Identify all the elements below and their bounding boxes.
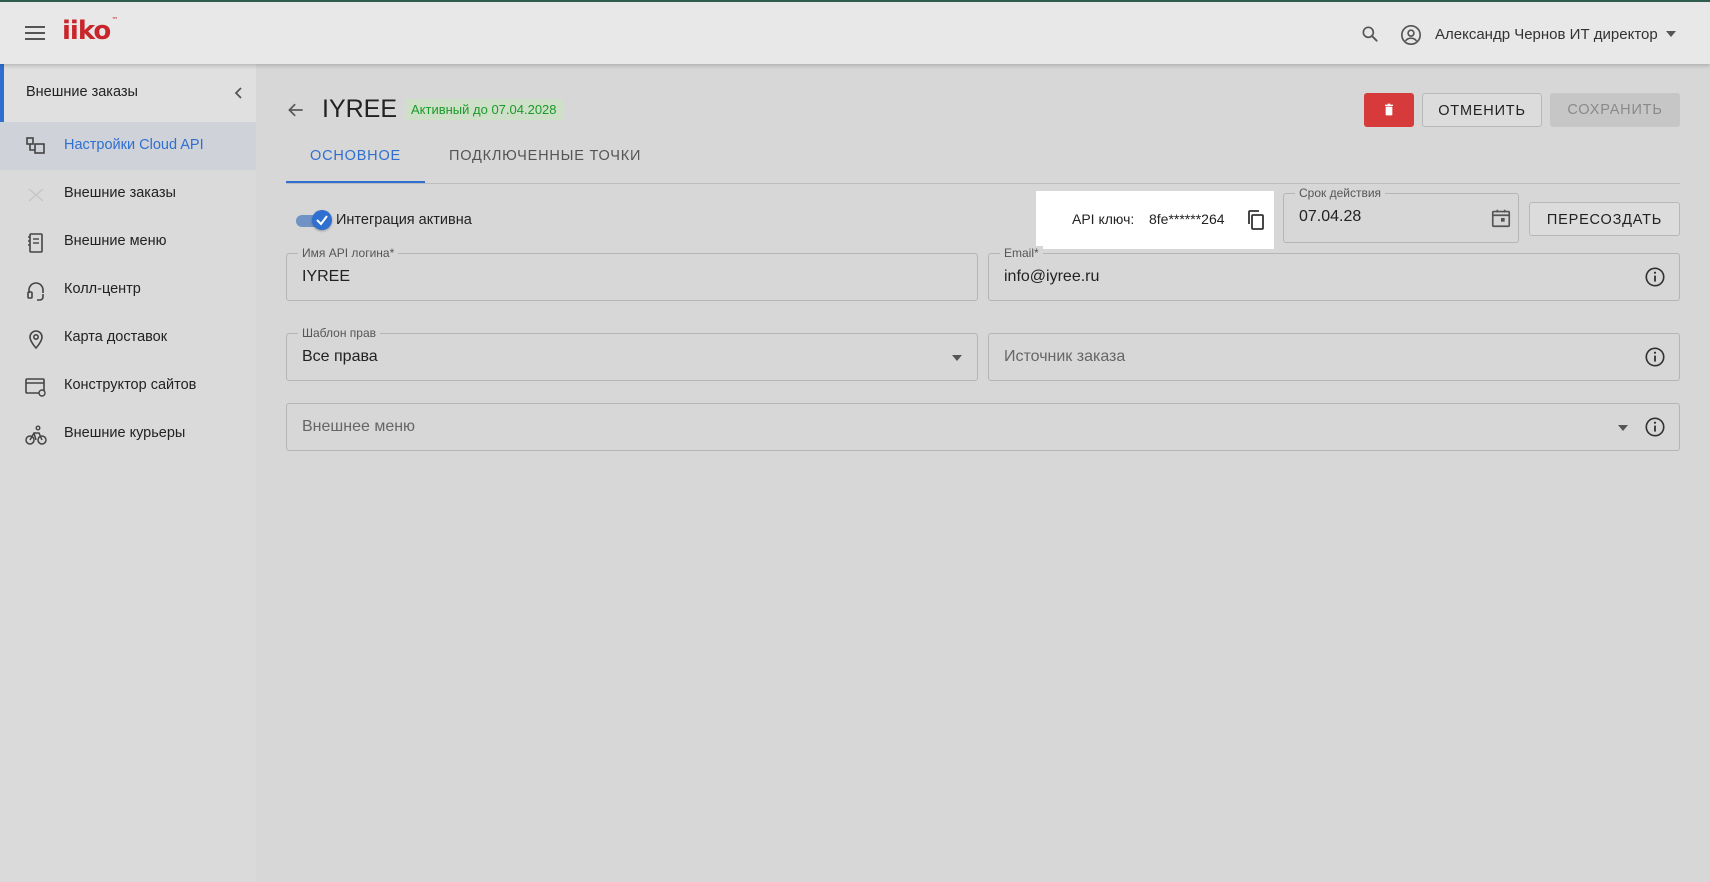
top-bar: iiko™ Александр Чернов ИТ директор — [0, 0, 1710, 64]
api-key-panel: API ключ: 8fe******264 — [1036, 191, 1274, 249]
sidebar-item-site-builder[interactable]: Конструктор сайтов — [0, 362, 256, 410]
tab-connected-points[interactable]: ПОДКЛЮЧЕННЫЕ ТОЧКИ — [449, 148, 641, 164]
expiry-date-value: 07.04.28 — [1299, 208, 1362, 225]
info-icon[interactable] — [1644, 346, 1666, 368]
active-tab-indicator — [286, 181, 425, 183]
sidebar-section-header: Внешние заказы — [0, 64, 256, 122]
sidebar-section-title: Внешние заказы — [26, 84, 138, 100]
status-badge: Активный до 07.04.2028 — [405, 99, 563, 120]
chevron-down-icon[interactable] — [1666, 31, 1676, 37]
api-login-label: Имя API логина* — [298, 246, 399, 260]
bicycle-courier-icon — [25, 425, 47, 445]
sidebar-item-external-couriers[interactable]: Внешние курьеры — [0, 410, 256, 458]
rights-template-label: Шаблон прав — [298, 326, 380, 340]
main-content — [256, 64, 1710, 882]
sidebar-item-label: Внешние курьеры — [64, 425, 186, 441]
sidebar-item-label: Колл-центр — [64, 281, 141, 297]
tabs-divider — [286, 183, 1680, 184]
email-field[interactable]: Email* info@iyree.ru — [988, 246, 1680, 301]
dropdown-arrow-icon[interactable] — [952, 355, 962, 361]
order-source-field[interactable]: Источник заказа — [988, 333, 1680, 381]
rights-template-select[interactable]: Шаблон прав Все права — [286, 326, 978, 381]
headset-icon — [27, 282, 44, 301]
sidebar-item-external-orders[interactable]: Внешние заказы — [0, 170, 256, 218]
trash-icon — [1385, 103, 1393, 116]
logo-trademark: ™ — [111, 16, 118, 24]
expiry-date-field[interactable]: Срок действия 07.04.28 — [1283, 186, 1519, 243]
toggle-knob — [312, 210, 332, 230]
cloud-api-settings-icon — [26, 137, 45, 154]
sidebar-item-call-center[interactable]: Колл-центр — [0, 266, 256, 314]
chevron-left-icon[interactable] — [232, 86, 246, 100]
api-login-field[interactable]: Имя API логина* IYREE — [286, 246, 978, 301]
cancel-button[interactable]: ОТМЕНИТЬ — [1422, 93, 1542, 127]
external-menu-select[interactable]: Внешнее меню — [286, 403, 1680, 451]
email-label: Email* — [1000, 246, 1043, 260]
sidebar-item-label: Карта доставок — [64, 329, 168, 345]
expiry-date-label: Срок действия — [1295, 186, 1386, 200]
logo[interactable]: iiko™ — [62, 16, 118, 46]
sidebar-item-cloud-api-settings[interactable]: Настройки Cloud API — [0, 122, 256, 170]
arrow-back-icon[interactable] — [286, 100, 306, 120]
external-orders-icon — [28, 188, 44, 202]
dropdown-arrow-icon[interactable] — [1618, 425, 1628, 431]
tab-main[interactable]: ОСНОВНОЕ — [310, 148, 401, 164]
sidebar-item-delivery-map[interactable]: Карта доставок — [0, 314, 256, 362]
user-name[interactable]: Александр Чернов ИТ директор — [1435, 26, 1658, 43]
sidebar-item-label: Настройки Cloud API — [64, 137, 204, 153]
info-icon[interactable] — [1644, 416, 1666, 438]
check-icon — [316, 215, 328, 226]
email-value: info@iyree.ru — [1004, 268, 1100, 285]
menu-icon[interactable] — [25, 26, 45, 40]
sidebar-item-label: Конструктор сайтов — [64, 377, 197, 393]
sidebar-item-external-menu[interactable]: Внешние меню — [0, 218, 256, 266]
external-menu-placeholder: Внешнее меню — [302, 418, 416, 435]
api-login-value: IYREE — [302, 268, 351, 285]
sidebar-item-label: Внешние заказы — [64, 185, 176, 201]
sidebar-item-label: Внешние меню — [64, 233, 167, 249]
rights-template-value: Все права — [302, 348, 378, 365]
page-title: IYREE — [322, 95, 398, 123]
order-source-placeholder: Источник заказа — [1004, 348, 1126, 365]
site-builder-icon — [25, 378, 46, 397]
map-pin-icon — [29, 330, 43, 350]
integration-toggle-label: Интеграция активна — [336, 212, 472, 228]
external-menu-icon — [28, 233, 43, 253]
account-circle-icon[interactable] — [1400, 24, 1422, 46]
delete-button[interactable] — [1364, 93, 1414, 127]
sidebar: Внешние заказы Настройки Cloud API Внешн… — [0, 64, 256, 882]
api-key-label: API ключ: — [1072, 211, 1135, 227]
calendar-icon[interactable] — [1490, 207, 1512, 229]
search-icon[interactable] — [1360, 24, 1380, 44]
logo-text: iiko — [62, 16, 111, 46]
integration-toggle[interactable] — [296, 210, 332, 230]
save-button[interactable]: СОХРАНИТЬ — [1550, 93, 1680, 127]
info-icon[interactable] — [1644, 266, 1666, 288]
copy-icon[interactable] — [1244, 208, 1268, 232]
recreate-key-button[interactable]: ПЕРЕСОЗДАТЬ — [1529, 202, 1680, 236]
api-key-value: 8fe******264 — [1149, 211, 1225, 227]
